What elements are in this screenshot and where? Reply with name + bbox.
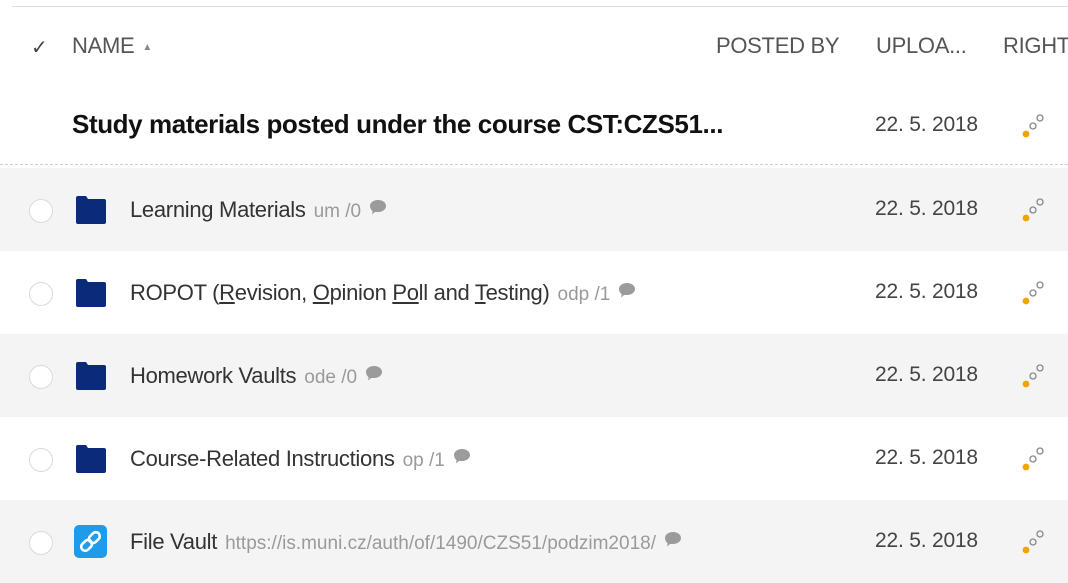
- row-title-link[interactable]: Learning Materials: [130, 197, 306, 222]
- rights-icon[interactable]: [1019, 527, 1047, 557]
- row-label: Learning Materials um /0: [130, 197, 387, 223]
- group-row: Study materials posted under the course …: [0, 87, 1068, 165]
- folder-icon: [76, 362, 106, 390]
- row-url: https://is.muni.cz/auth/of/1490/CZS51/po…: [225, 533, 656, 554]
- row-upload-date: 22. 5. 2018: [875, 280, 978, 303]
- group-upload-date: 22. 5. 2018: [875, 113, 978, 136]
- folder-icon: [76, 279, 106, 307]
- comment-icon[interactable]: [664, 531, 682, 547]
- comment-icon[interactable]: [369, 199, 387, 215]
- list-item[interactable]: Homework Vaults ode /0 22. 5. 2018: [0, 334, 1068, 417]
- row-title-link[interactable]: File Vault: [130, 529, 217, 554]
- select-all-checkmark[interactable]: ✓: [31, 35, 48, 60]
- row-select-radio[interactable]: [29, 448, 53, 472]
- row-meta: um /0: [313, 201, 362, 222]
- row-select-radio[interactable]: [29, 365, 53, 389]
- row-upload-date: 22. 5. 2018: [875, 363, 978, 386]
- row-meta: ode /0: [304, 367, 358, 388]
- file-table: ✓ NAME ▲ POSTED BY UPLOA... RIGHTS Study …: [0, 0, 1068, 583]
- rights-icon[interactable]: [1019, 195, 1047, 225]
- row-upload-date: 22. 5. 2018: [875, 446, 978, 469]
- link-icon: [74, 525, 107, 558]
- comment-icon[interactable]: [453, 448, 471, 464]
- row-upload-date: 22. 5. 2018: [875, 197, 978, 220]
- row-label: File Vault https://is.muni.cz/auth/of/149…: [130, 529, 682, 555]
- row-label: ROPOT (Revision, Opinion Poll and Testin…: [130, 280, 636, 306]
- rights-icon[interactable]: [1019, 444, 1047, 474]
- rights-icon[interactable]: [1019, 111, 1047, 141]
- comment-icon[interactable]: [618, 282, 636, 298]
- column-header-posted-by[interactable]: POSTED BY: [716, 33, 840, 59]
- row-label: Homework Vaults ode /0: [130, 363, 383, 389]
- list-item[interactable]: Course-Related Instructions op /1 22. 5. …: [0, 417, 1068, 500]
- column-header-uploaded[interactable]: UPLOA...: [876, 33, 967, 59]
- row-label: Course-Related Instructions op /1: [130, 446, 471, 472]
- column-header-name[interactable]: NAME ▲: [72, 33, 152, 59]
- sort-ascending-icon: ▲: [142, 42, 152, 53]
- row-select-radio[interactable]: [29, 199, 53, 223]
- row-title-link[interactable]: Course-Related Instructions: [130, 446, 395, 471]
- table-header: ✓ NAME ▲ POSTED BY UPLOA... RIGHTS: [0, 7, 1068, 87]
- row-select-radio[interactable]: [29, 282, 53, 306]
- row-meta: op /1: [402, 450, 445, 471]
- row-select-radio[interactable]: [29, 531, 53, 555]
- folder-icon: [76, 445, 106, 473]
- column-header-rights[interactable]: RIGHTS: [1003, 33, 1068, 59]
- list-item[interactable]: Learning Materials um /0 22. 5. 2018: [0, 168, 1068, 251]
- row-meta: odp /1: [557, 284, 611, 305]
- column-header-name-label: NAME: [72, 33, 135, 58]
- folder-icon: [76, 196, 106, 224]
- group-title: Study materials posted under the course …: [72, 109, 724, 139]
- comment-icon[interactable]: [365, 365, 383, 381]
- list-item[interactable]: ROPOT (Revision, Opinion Poll and Testin…: [0, 251, 1068, 334]
- row-upload-date: 22. 5. 2018: [875, 529, 978, 552]
- list-item[interactable]: File Vault https://is.muni.cz/auth/of/149…: [0, 500, 1068, 583]
- row-title-link[interactable]: ROPOT (Revision, Opinion Poll and Testin…: [130, 280, 550, 305]
- rights-icon[interactable]: [1019, 361, 1047, 391]
- row-title-link[interactable]: Homework Vaults: [130, 363, 297, 388]
- rights-icon[interactable]: [1019, 278, 1047, 308]
